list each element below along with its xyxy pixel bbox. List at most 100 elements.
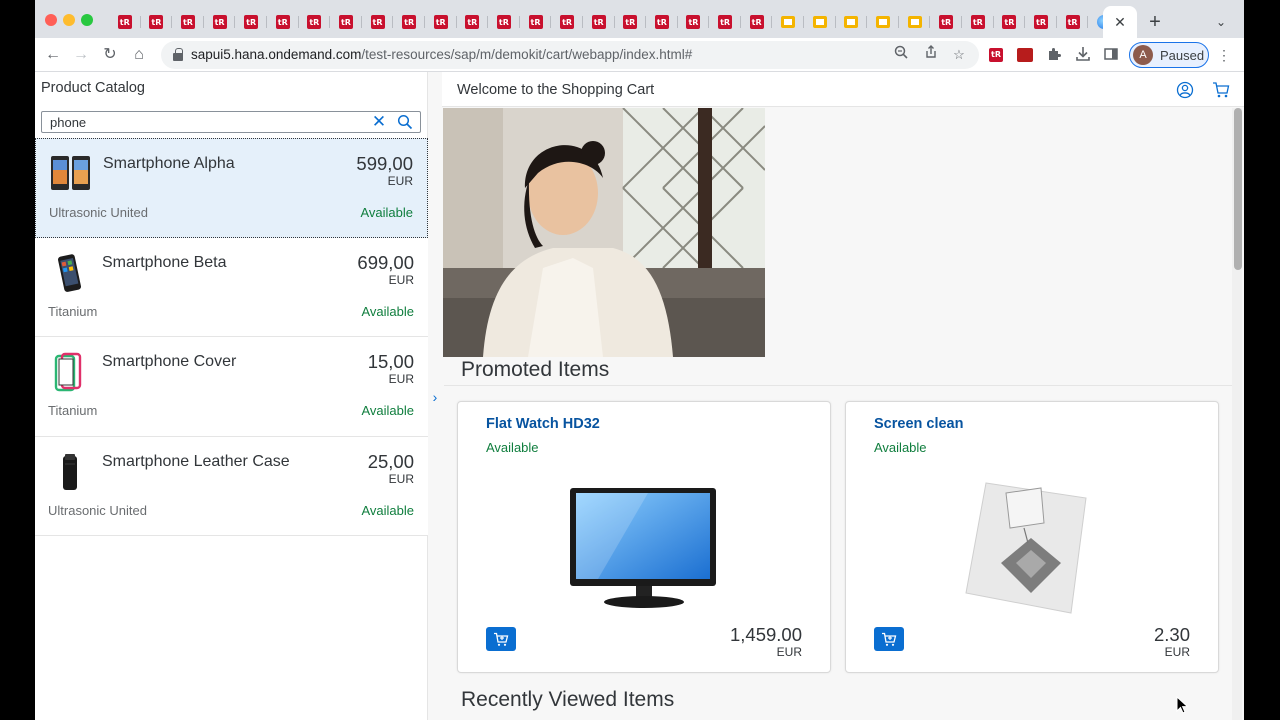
product-name: Smartphone Leather Case [102,452,290,470]
detail-panel: Welcome to the Shopping Cart Promoted It… [442,72,1244,720]
product-currency: EUR [388,372,414,386]
tr-favicon-icon: tR [338,15,353,29]
promoted-item-card[interactable]: Screen clean Available 2.30 EUR [845,401,1219,673]
promoted-item-currency: EUR [776,645,802,659]
promoted-item-name[interactable]: Flat Watch HD32 [486,416,600,432]
tab-close-icon[interactable]: ✕ [1114,14,1126,31]
extension-tr-icon[interactable]: tR [987,46,1005,64]
product-name: Smartphone Alpha [103,155,235,172]
browser-tab[interactable]: tR [488,10,520,34]
monitor-image [558,468,738,618]
promoted-item-card[interactable]: Flat Watch HD32 Available 1,459.00 EUR [457,401,831,673]
list-item[interactable]: Smartphone Leather Case 25,00 EUR Ultras… [35,436,428,536]
search-icon[interactable] [397,114,415,132]
browser-tab[interactable] [772,10,804,34]
window-zoom-button[interactable] [81,14,93,26]
browser-tab[interactable] [867,10,899,34]
add-to-cart-button[interactable] [874,627,904,651]
product-price: 699,00 [357,251,414,273]
chevron-right-icon[interactable]: › [429,388,441,406]
browser-window: tR tR tR tR tR tR tR tR tR tR tR tR tR tR tR tR tR tR tR tR… [35,0,1244,720]
browser-tab[interactable]: tR [299,10,331,34]
add-to-cart-icon [882,632,897,646]
tr-favicon-icon: tR [718,15,733,29]
browser-tab[interactable]: tR [646,10,678,34]
browser-tab[interactable]: tR [583,10,615,34]
slides-favicon-icon [907,16,922,28]
url-text[interactable]: sapui5.hana.ondemand.com/test-resources/… [191,47,692,62]
browser-tab[interactable]: tR [141,10,173,34]
browser-tab[interactable]: tR [551,10,583,34]
browser-menu-icon[interactable]: ⋮ [1215,46,1233,64]
tr-favicon-icon: tR [496,15,511,29]
promoted-item-price: 1,459.00 [729,624,802,645]
browser-tab[interactable] [836,10,868,34]
tr-favicon-icon: tR [749,15,764,29]
extension-red-icon[interactable] [1016,46,1034,64]
search-input[interactable] [50,114,350,130]
browser-tab[interactable]: tR [235,10,267,34]
detail-header: Welcome to the Shopping Cart [442,72,1244,107]
avatar: A [1133,45,1153,65]
share-icon[interactable] [921,45,941,65]
tab-search-chevron-icon[interactable]: ⌄ [1211,12,1231,32]
back-arrow-icon[interactable]: ← [41,43,65,67]
clear-icon[interactable]: ✕ [370,113,388,131]
window-close-button[interactable] [45,14,57,26]
browser-tab[interactable]: tR [709,10,741,34]
url-path: /test-resources/sap/m/demokit/cart/webap… [361,47,693,62]
browser-tab[interactable]: tR [425,10,457,34]
add-to-cart-button[interactable] [486,627,516,651]
address-bar[interactable]: sapui5.hana.ondemand.com/test-resources/… [161,41,979,69]
list-item[interactable]: Smartphone Alpha 599,00 EUR Ultrasonic U… [35,138,428,238]
cart-icon[interactable] [1212,81,1230,99]
browser-tab[interactable]: tR [267,10,299,34]
browser-tab[interactable]: tR [330,10,362,34]
download-icon[interactable] [1074,46,1092,64]
browser-tab[interactable]: tR [393,10,425,34]
browser-tab[interactable] [804,10,836,34]
tr-favicon-icon: tR [149,15,164,29]
status-badge: Available [874,440,927,455]
side-panel-icon[interactable] [1102,46,1120,64]
slides-favicon-icon [781,16,796,28]
promoted-items-heading: Promoted Items [461,358,610,381]
browser-tab[interactable]: tR [741,10,773,34]
browser-tab[interactable]: tR [994,10,1026,34]
browser-tab[interactable]: tR [457,10,489,34]
scrollbar-thumb[interactable] [1234,108,1242,270]
browser-tab[interactable]: tR [615,10,647,34]
tr-favicon-icon: tR [244,15,259,29]
browser-tab[interactable]: tR [962,10,994,34]
browser-tab[interactable]: tR [520,10,552,34]
new-tab-button[interactable]: + [1143,10,1167,34]
home-icon[interactable]: ⌂ [127,43,151,67]
tr-favicon-icon: tR [212,15,227,29]
recently-viewed-heading: Recently Viewed Items [461,688,675,711]
browser-tab[interactable]: tR [930,10,962,34]
zoom-icon[interactable] [891,45,911,65]
lock-icon[interactable] [173,48,183,61]
extensions-puzzle-icon[interactable] [1045,46,1063,64]
user-account-icon[interactable] [1176,81,1194,99]
promoted-item-name[interactable]: Screen clean [874,416,963,432]
list-item[interactable]: Smartphone Beta 699,00 EUR Titanium Avai… [35,237,428,337]
reload-icon[interactable]: ↻ [98,43,122,67]
browser-tab[interactable] [899,10,931,34]
browser-tab[interactable]: tR [172,10,204,34]
bookmark-star-icon[interactable]: ☆ [949,45,969,65]
window-minimize-button[interactable] [63,14,75,26]
tr-favicon-icon: tR [528,15,543,29]
active-tab[interactable]: ✕ [1103,6,1137,38]
browser-tab[interactable]: tR [678,10,710,34]
list-item[interactable]: Smartphone Cover 15,00 EUR Titanium Avai… [35,337,428,437]
search-field[interactable]: ✕ [41,111,421,133]
browser-tab[interactable]: tR [1057,10,1089,34]
browser-tab[interactable]: tR [109,10,141,34]
browser-tab[interactable]: tR [204,10,236,34]
forward-arrow-icon[interactable]: → [69,43,93,67]
tr-favicon-icon: tR [1034,15,1049,29]
profile-button[interactable]: A Paused [1129,42,1209,68]
browser-tab[interactable]: tR [1025,10,1057,34]
browser-tab[interactable]: tR [362,10,394,34]
